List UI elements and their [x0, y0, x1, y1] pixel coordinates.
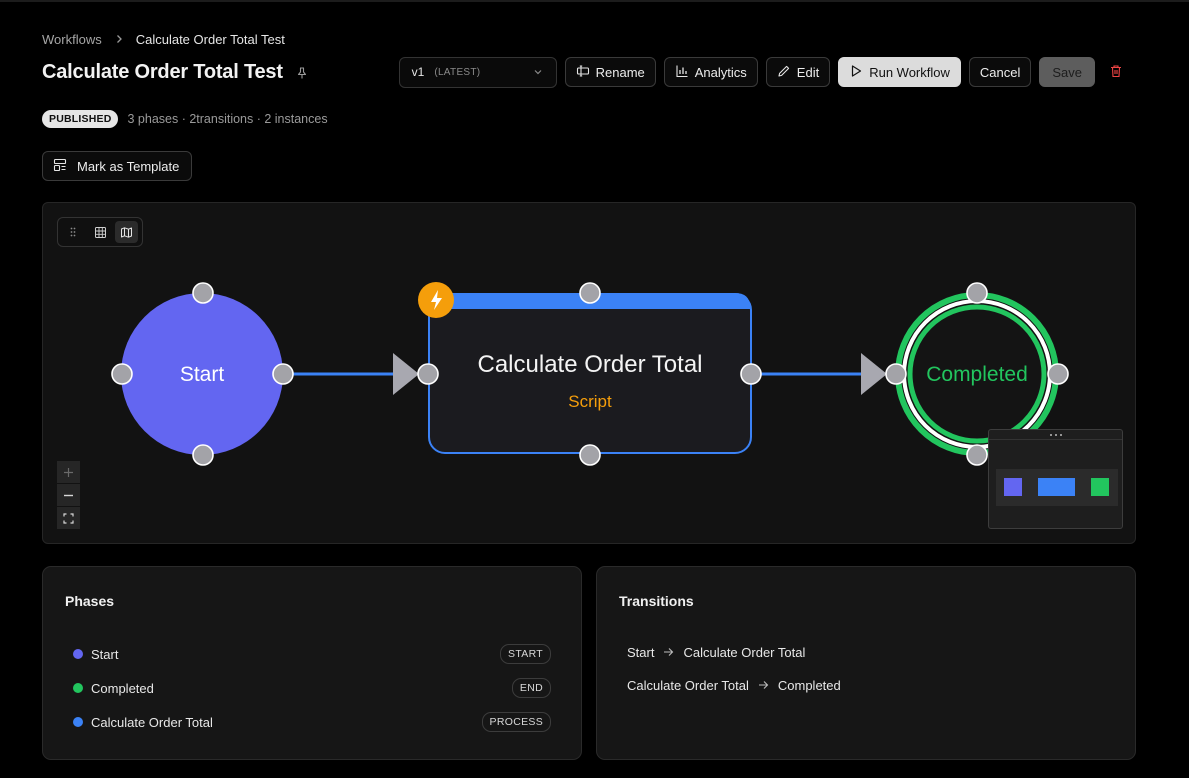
- phase-type-badge: START: [500, 644, 551, 664]
- phase-type-badge: PROCESS: [481, 712, 551, 732]
- status-badge: PUBLISHED: [42, 110, 119, 128]
- minimap-node-completed: [1091, 478, 1109, 496]
- handle-calc-bottom[interactable]: [579, 444, 601, 466]
- version-tag: (LATEST): [434, 66, 481, 78]
- minimap-node-calc: [1038, 478, 1075, 496]
- handle-calc-left[interactable]: [417, 363, 439, 385]
- version-select[interactable]: v1 (LATEST): [398, 56, 557, 88]
- transition-from: Start: [627, 645, 655, 660]
- node-start[interactable]: Start: [121, 293, 283, 455]
- workflow-summary: 3 phases · 2transitions · 2 instances: [127, 112, 328, 126]
- minimap-node-start: [1004, 478, 1022, 496]
- text-cursor-icon: [576, 64, 590, 81]
- breadcrumb-workflows-link[interactable]: Workflows: [42, 32, 102, 47]
- phase-name: Completed: [91, 680, 154, 696]
- chevron-right-icon: [114, 33, 124, 47]
- edge-arrowhead: [861, 353, 887, 395]
- handle-start-right[interactable]: [272, 363, 294, 385]
- zoom-in-button[interactable]: [57, 461, 80, 484]
- title-row: Calculate Order Total Test: [42, 61, 309, 84]
- top-divider: [0, 0, 1189, 2]
- minimap-viewport: [996, 469, 1118, 506]
- edit-button[interactable]: Edit: [765, 57, 831, 87]
- lightning-icon: [418, 282, 454, 318]
- node-start-label: Start: [180, 363, 225, 386]
- phase-name: Start: [91, 646, 119, 662]
- phase-item[interactable]: Calculate Order Total PROCESS: [73, 712, 551, 732]
- node-calc-sublabel: Script: [568, 392, 612, 411]
- handle-calc-right[interactable]: [740, 363, 762, 385]
- minimap[interactable]: [988, 429, 1123, 529]
- zoom-out-button[interactable]: [57, 484, 80, 507]
- flow-diagram: Start Calculate Order Total Script Compl…: [111, 282, 1069, 466]
- transition-from: Calculate Order Total: [627, 678, 749, 693]
- handle-start-bottom[interactable]: [192, 444, 214, 466]
- play-icon: [849, 64, 863, 81]
- phase-item[interactable]: Completed END: [73, 678, 551, 698]
- phases-panel: Phases Start START Completed END Calcula…: [42, 566, 582, 760]
- run-workflow-label: Run Workflow: [869, 64, 950, 80]
- transition-to: Calculate Order Total: [683, 645, 806, 660]
- handle-calc-top[interactable]: [579, 282, 601, 304]
- transition-to: Completed: [777, 678, 841, 693]
- phase-color-dot: [73, 717, 83, 727]
- mark-as-template-label: Mark as Template: [77, 158, 180, 174]
- cancel-button[interactable]: Cancel: [968, 57, 1032, 87]
- handle-start-left[interactable]: [111, 363, 133, 385]
- phase-color-dot: [73, 649, 83, 659]
- layout-template-icon: [53, 158, 67, 175]
- fit-view-button[interactable]: [57, 507, 80, 530]
- save-button[interactable]: Save: [1039, 57, 1095, 87]
- node-calculate-order-total[interactable]: Calculate Order Total Script: [428, 293, 752, 454]
- transition-item[interactable]: Start Calculate Order Total: [627, 645, 805, 660]
- edit-label: Edit: [796, 64, 820, 80]
- delete-button[interactable]: [1103, 57, 1129, 87]
- save-label: Save: [1052, 64, 1082, 80]
- version-label: v1: [411, 65, 425, 79]
- zoom-controls: [57, 461, 80, 530]
- run-workflow-button[interactable]: Run Workflow: [838, 57, 961, 87]
- arrow-right-icon: [758, 679, 769, 693]
- phase-item[interactable]: Start START: [73, 644, 551, 664]
- edge-arrowhead: [393, 353, 419, 395]
- breadcrumb-current: Calculate Order Total Test: [135, 32, 285, 47]
- cancel-label: Cancel: [979, 64, 1021, 80]
- analytics-button[interactable]: Analytics: [663, 57, 758, 87]
- pencil-icon: [777, 64, 791, 81]
- trash-icon: [1109, 64, 1123, 81]
- page-title: Calculate Order Total Test: [42, 61, 283, 83]
- analytics-label: Analytics: [694, 64, 747, 80]
- mark-as-template-button[interactable]: Mark as Template: [42, 151, 192, 181]
- handle-completed-bottom[interactable]: [966, 444, 988, 466]
- rename-button[interactable]: Rename: [564, 57, 656, 87]
- handle-start-top[interactable]: [192, 282, 214, 304]
- workflow-canvas[interactable]: Start Calculate Order Total Script Compl…: [42, 202, 1136, 544]
- phase-name: Calculate Order Total: [91, 714, 213, 730]
- rename-label: Rename: [595, 64, 645, 80]
- toolbar: v1 (LATEST) Rename Analytics Edit Run Wo…: [398, 56, 1129, 88]
- transitions-title: Transitions: [619, 593, 694, 609]
- pin-icon[interactable]: [295, 66, 309, 80]
- status-row: PUBLISHED 3 phases · 2transitions · 2 in…: [42, 110, 328, 128]
- arrow-right-icon: [663, 646, 674, 660]
- phases-title: Phases: [65, 593, 115, 609]
- breadcrumb: Workflows Calculate Order Total Test: [42, 32, 285, 47]
- minimap-drag-handle[interactable]: [989, 430, 1122, 440]
- phase-type-badge: END: [511, 678, 551, 698]
- chevron-down-icon: [532, 66, 544, 78]
- phase-color-dot: [73, 683, 83, 693]
- handle-completed-right[interactable]: [1047, 363, 1069, 385]
- bar-chart-icon: [675, 64, 689, 81]
- handle-completed-left[interactable]: [885, 363, 907, 385]
- transition-item[interactable]: Calculate Order Total Completed: [627, 678, 841, 693]
- handle-completed-top[interactable]: [966, 282, 988, 304]
- node-calc-label: Calculate Order Total: [478, 351, 703, 378]
- node-completed-label: Completed: [926, 363, 1028, 386]
- transitions-panel: Transitions Start Calculate Order Total …: [596, 566, 1136, 760]
